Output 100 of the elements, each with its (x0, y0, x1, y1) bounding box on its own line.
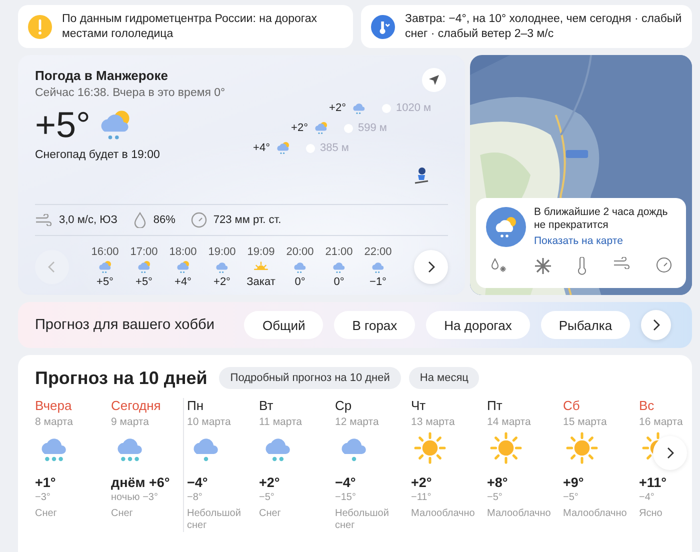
day-temperature: +1° (35, 475, 57, 490)
rain-cloud-sun-icon (275, 140, 291, 156)
hour-value: −1° (370, 276, 386, 288)
altitude-temperature: +4° (253, 142, 270, 154)
day-condition: Малооблачно (411, 508, 476, 520)
wind-speed: 3,0 м/с, ЮЗ (59, 214, 118, 226)
night-temperature: ночью −3° (111, 492, 159, 503)
show-on-map-link[interactable]: Показать на карте (534, 235, 676, 247)
sun-icon (565, 431, 599, 465)
day-name: Пт (487, 398, 504, 413)
location-arrow-icon (428, 74, 440, 86)
caret-icon (666, 447, 674, 459)
hobby-tab[interactable]: Рыбалка (540, 311, 630, 339)
day-temperature: −4° (335, 475, 357, 490)
thermometer-icon (371, 14, 395, 38)
current-time-text: Сейчас 16:38. Вчера в это время 0° (35, 87, 226, 99)
day-condition: Небольшой снег (335, 508, 390, 532)
night-temperature: −4° (639, 492, 656, 503)
day-name: Чт (411, 398, 427, 413)
rain-cloud-sun-icon (175, 259, 191, 275)
day-condition: Ясно (639, 508, 664, 520)
day-temperature: +9° (563, 475, 585, 490)
forecast-link[interactable]: На месяц (408, 367, 480, 389)
hour-time: 20:00 (286, 246, 314, 258)
day-date: 9 марта (111, 416, 150, 428)
altitude-height: 1020 м (396, 102, 432, 114)
day-temperature: +11° (639, 475, 668, 490)
day-condition: Небольшой снег (187, 508, 242, 532)
altitude-temperature: +2° (291, 122, 308, 134)
humidity-value: 86% (153, 214, 176, 226)
forecast-note: Снегопад будет в 19:00 (35, 149, 161, 161)
day-condition: Малооблачно (563, 508, 628, 520)
sun-icon (489, 431, 523, 465)
hobby-title: Прогноз для вашего хобби (35, 317, 214, 333)
night-temperature: −3° (35, 492, 52, 503)
day-date: 8 марта (35, 416, 74, 428)
caret-icon (48, 261, 56, 273)
day-name: Пн (187, 398, 205, 413)
rain-cloud-sun-icon (136, 259, 152, 275)
current-temperature: +5° (35, 105, 90, 145)
day-date: 13 марта (411, 416, 456, 428)
next-button[interactable] (414, 250, 448, 284)
day-name: Вт (259, 398, 274, 413)
day-name: Ср (335, 398, 353, 413)
location-title: Погода в Манжероке (35, 68, 169, 83)
next-button[interactable] (641, 310, 672, 340)
day-temperature: днём +6° (111, 475, 171, 490)
warning-icon (28, 14, 52, 38)
precipitation-layer-icon[interactable] (490, 257, 508, 275)
hour-time: 21:00 (325, 246, 353, 258)
pressure-icon[interactable] (656, 257, 672, 275)
night-temperature: −5° (259, 492, 276, 503)
hour-value: 0° (294, 276, 306, 288)
altitude-temperature: +2° (329, 102, 346, 114)
day-name: Вчера (35, 398, 73, 413)
hobby-tab[interactable]: На дорогах (426, 311, 530, 339)
day-temperature: +2° (411, 475, 433, 490)
rain-cloud-sun-icon (313, 120, 329, 136)
pressure-value: 723 мм рт. ст. (213, 214, 282, 226)
hour-value: Закат (246, 276, 276, 288)
skier-icon (413, 167, 429, 185)
day-condition: Снег (111, 508, 134, 520)
hobby-tab[interactable]: Общий (244, 311, 324, 339)
hour-time: 18:00 (169, 246, 197, 258)
hour-value: 0° (334, 276, 344, 288)
altitude-height: 385 м (320, 142, 350, 154)
hour-value: +5° (136, 276, 152, 288)
day-date: 14 марта (487, 416, 532, 428)
hour-time: 22:00 (364, 246, 392, 258)
rain-cloud-sun-icon (97, 259, 113, 275)
rain-cloud-sun-icon (486, 206, 526, 246)
day-condition: Снег (259, 508, 282, 520)
next-button[interactable] (653, 436, 687, 470)
pressure-icon (191, 212, 208, 228)
day-name: Сб (563, 398, 581, 413)
location-button[interactable] (422, 68, 446, 92)
day-condition: Снег (35, 508, 58, 520)
alert-text: Завтра: −4°, на 10° холоднее, чем сегодня · слабый снег · слабый ветер 2–3 м/с (405, 12, 682, 42)
altitude-height: 599 м (358, 122, 388, 134)
sun-icon (413, 431, 447, 465)
day-condition: Малооблачно (487, 508, 552, 520)
hour-time: 17:00 (130, 246, 158, 258)
day-date: 12 марта (335, 416, 380, 428)
night-temperature: −11° (411, 492, 432, 503)
day-name: Сегодня (111, 398, 162, 413)
thermometer-icon[interactable] (577, 257, 587, 275)
humidity-icon (133, 212, 148, 228)
day-temperature: +2° (259, 475, 281, 490)
forecast-link[interactable]: Подробный прогноз на 10 дней (219, 367, 401, 389)
snowflake-icon[interactable] (534, 257, 552, 275)
hour-value: +2° (214, 276, 230, 288)
day-date: 10 марта (187, 416, 232, 428)
day-temperature: −4° (187, 475, 209, 490)
day-date: 11 марта (259, 416, 304, 428)
night-temperature: −8° (187, 492, 204, 503)
night-temperature: −5° (563, 492, 580, 503)
hour-time: 19:00 (208, 246, 236, 258)
hobby-tab[interactable]: В горах (334, 311, 416, 339)
caret-icon (652, 319, 660, 331)
day-temperature: +8° (487, 475, 509, 490)
